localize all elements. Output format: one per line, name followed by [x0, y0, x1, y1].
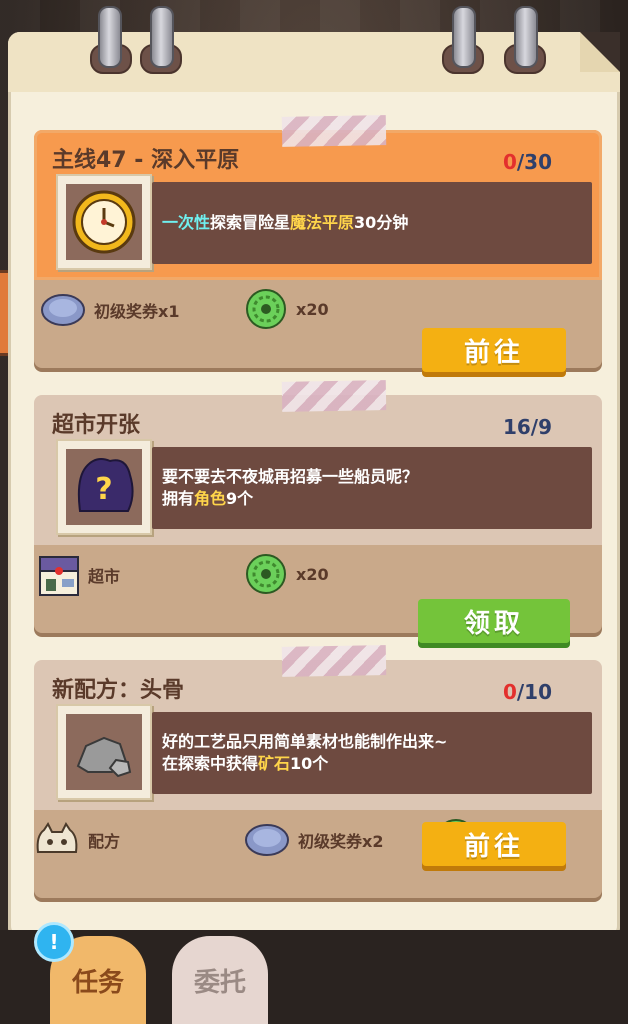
- quest-progress: 16/9: [502, 415, 552, 439]
- page-corner-fold: [580, 32, 620, 72]
- reward-label: 初级奖券x1: [94, 302, 180, 321]
- reward-item: 初级奖券x2: [244, 820, 383, 860]
- quest-description-box: 好的工艺品只用简单素材也能制作出来~ 在探索中获得矿石10个: [152, 712, 592, 794]
- description-text: 探索冒险星: [210, 213, 291, 232]
- binder-ring-icon: [452, 6, 476, 68]
- quest-icon-frame: [56, 174, 152, 270]
- binder-ring-icon: [98, 6, 122, 68]
- progress-total: /10: [516, 680, 552, 704]
- go-button[interactable]: 前往: [422, 822, 566, 866]
- description-text: 30分钟: [354, 213, 409, 232]
- reward-item: 初级奖券x1: [40, 290, 179, 330]
- quest-icon-frame: ?: [56, 439, 152, 535]
- quest-title: 主线47 - 深入平原: [52, 148, 240, 173]
- quest-description-line: 一次性探索冒险星魔法平原30分钟: [162, 212, 408, 234]
- quest-rewards: 配方 初级奖券x2 x30 前往: [34, 810, 602, 898]
- quest-card-recipe: 新配方：头骨 0/10 好的工艺品只用简单素材也能制作出来~ 在探索中获得矿石1…: [34, 645, 602, 898]
- description-text: 在探索中获得: [162, 754, 259, 773]
- description-text: 拥有: [162, 489, 195, 508]
- description-text: 9个: [226, 489, 254, 508]
- quest-card-header: 新配方：头骨 0/10 好的工艺品只用简单素材也能制作出来~ 在探索中获得矿石1…: [34, 645, 602, 810]
- quest-title: 超市开张: [52, 413, 141, 438]
- tape-decoration: [281, 115, 387, 147]
- reward-item: 配方: [34, 822, 120, 858]
- quest-rewards: 初级奖券x1 x20 前往: [34, 280, 602, 372]
- progress-total: /30: [516, 150, 552, 174]
- quest-card-supermarket: 超市开张 16/9 ? 要不要去不夜城再招募一些船员呢？ 拥有角色9个 超市 x…: [34, 380, 602, 643]
- reward-label: x20: [296, 564, 329, 584]
- description-text: 要不要去不夜城再招募一些船员呢？: [162, 467, 419, 486]
- reward-label: 初级奖券x2: [298, 832, 384, 851]
- icon-bg: [66, 184, 142, 260]
- highlight-text: 矿石: [258, 754, 291, 773]
- quest-card-header: 超市开张 16/9 ? 要不要去不夜城再招募一些船员呢？ 拥有角色9个: [34, 380, 602, 545]
- description-text: 10个: [290, 754, 329, 773]
- quest-icon-frame: [56, 704, 152, 800]
- tape-decoration: [281, 645, 387, 677]
- go-button[interactable]: 前往: [422, 328, 566, 372]
- tab-commissions[interactable]: 委托: [172, 936, 268, 1024]
- quest-card-header: 主线47 - 深入平原 0/30 一次性探索冒险星魔法平原30分钟: [34, 115, 602, 280]
- quest-description-box: 一次性探索冒险星魔法平原30分钟: [152, 182, 592, 264]
- blue-ticket-icon: [41, 294, 85, 326]
- reward-item: x20: [244, 553, 329, 595]
- pocket-watch-icon: [72, 190, 136, 254]
- quest-title: 新配方：头骨: [52, 678, 185, 703]
- claim-button[interactable]: 领取: [418, 599, 570, 643]
- quest-rewards: 超市 x20 领取: [34, 545, 602, 643]
- reward-label: 超市: [88, 567, 121, 586]
- quest-progress: 0/10: [503, 680, 552, 704]
- highlight-text: 角色: [194, 489, 227, 508]
- blue-ticket-icon: [245, 824, 289, 856]
- quest-description-line: 在探索中获得矿石10个: [162, 753, 447, 775]
- quest-card-main: 主线47 - 深入平原 0/30 一次性探索冒险星魔法平原30分钟 初级奖券x1…: [34, 115, 602, 372]
- reward-item: x20: [244, 288, 329, 330]
- progress-current: 0: [502, 680, 517, 704]
- description-text: 好的工艺品只用简单素材也能制作出来~: [162, 732, 448, 751]
- quest-description-box: 要不要去不夜城再招募一些船员呢？ 拥有角色9个: [152, 447, 592, 529]
- rock-ore-icon: [76, 736, 132, 778]
- notification-badge-icon: !: [34, 922, 74, 962]
- icon-bg: ?: [66, 449, 142, 525]
- mystery-character-icon: ?: [77, 458, 134, 512]
- green-donut-coin-icon: [246, 289, 286, 329]
- reward-label: x20: [296, 299, 329, 319]
- tape-decoration: [281, 380, 387, 412]
- icon-bg: [66, 714, 142, 790]
- supermarket-icon: [39, 556, 79, 596]
- binder-ring-icon: [514, 6, 538, 68]
- reward-label: 配方: [88, 832, 121, 851]
- highlight-text: 一次性: [162, 213, 211, 232]
- binder-ring-icon: [150, 6, 174, 68]
- quest-progress: 0/30: [503, 150, 552, 174]
- quest-description-line: 拥有角色9个: [162, 488, 418, 510]
- progress-current: 0: [502, 150, 517, 174]
- svg-text:?: ?: [95, 472, 112, 507]
- reward-item: 超市: [38, 553, 120, 597]
- green-donut-coin-icon: [246, 554, 286, 594]
- highlight-text: 魔法平原: [290, 213, 355, 232]
- skull-recipe-icon: [36, 822, 78, 853]
